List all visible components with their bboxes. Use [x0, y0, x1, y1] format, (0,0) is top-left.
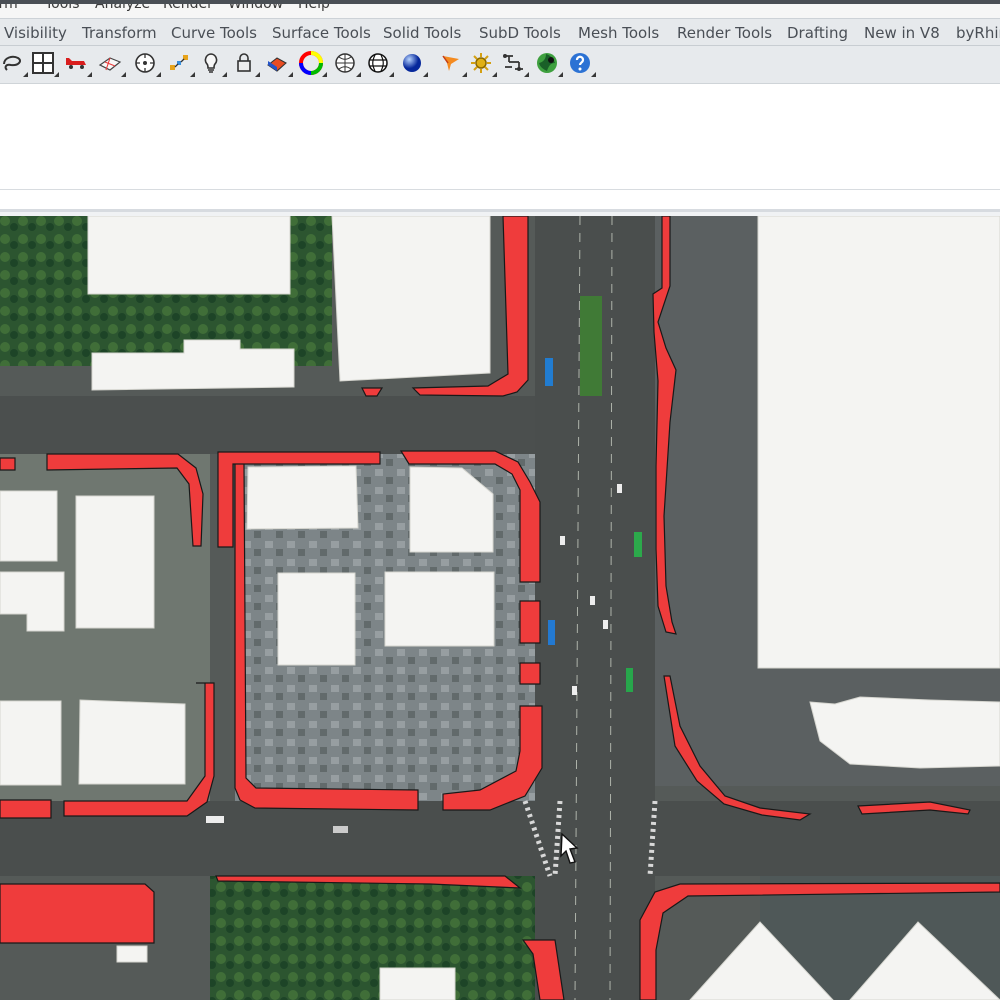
car — [617, 484, 622, 493]
globe-grid-icon[interactable] — [366, 51, 394, 77]
rhino-window: orm Tools Analyze Render Window Help Vis… — [0, 0, 1000, 1000]
lightbulb-icon[interactable] — [199, 51, 227, 77]
tab-render-tools[interactable]: Render Tools — [677, 24, 772, 42]
main-toolbar — [0, 46, 1000, 84]
building-right-large — [757, 216, 1000, 669]
help-icon[interactable] — [568, 51, 596, 77]
sphere-wire-icon[interactable] — [333, 51, 361, 77]
red-sidewalk-left-bottom-edge — [0, 799, 52, 819]
building-left-upper — [0, 490, 58, 562]
menu-bar: orm Tools Analyze Render Window Help — [0, 0, 1000, 18]
green-globe-icon[interactable] — [535, 51, 563, 77]
target-icon[interactable] — [133, 51, 161, 77]
car — [560, 536, 565, 545]
command-history-area — [0, 84, 1000, 190]
green-bus — [634, 532, 642, 557]
green-bus-2 — [626, 668, 633, 692]
building-bottom-center — [379, 967, 456, 1000]
menu-item-analyze[interactable]: Analyze — [95, 4, 150, 12]
menu-item-window[interactable]: Window — [228, 4, 283, 12]
flowchart-icon[interactable] — [501, 51, 529, 77]
blue-bus-2 — [548, 620, 555, 645]
menu-item-help[interactable]: Help — [298, 4, 330, 12]
tab-curve-tools[interactable]: Curve Tools — [171, 24, 257, 42]
building-top-left — [87, 216, 291, 295]
car — [590, 596, 595, 605]
grid-icon[interactable] — [31, 51, 59, 77]
plane-icon[interactable] — [98, 51, 126, 77]
building-left-bottom-a — [0, 700, 62, 786]
building-center-d — [384, 571, 495, 647]
command-line[interactable] — [0, 190, 1000, 212]
car — [206, 816, 224, 823]
menu-item-orm[interactable]: orm — [0, 4, 18, 12]
red-sidewalk-center-right-mid — [519, 600, 541, 644]
red-sidewalk-center-right-low — [519, 662, 541, 685]
toolbar-tab-bar: Visibility Transform Curve Tools Surface… — [0, 18, 1000, 46]
tab-visibility[interactable]: Visibility — [4, 24, 67, 42]
car-icon[interactable] — [64, 51, 92, 77]
car — [603, 620, 608, 629]
funnel-icon[interactable] — [439, 51, 467, 77]
tab-subd-tools[interactable]: SubD Tools — [479, 24, 561, 42]
median-tree-strip — [580, 296, 602, 396]
tab-byrhin[interactable]: byRhin — [956, 24, 1000, 42]
tab-solid-tools[interactable]: Solid Tools — [383, 24, 461, 42]
aerial-map-viewport[interactable] — [0, 216, 1000, 1000]
render-sphere-icon[interactable] — [400, 51, 428, 77]
red-sidewalk-left-edge — [0, 457, 16, 471]
car — [572, 686, 577, 695]
network-icon[interactable] — [167, 51, 195, 77]
color-wheel-icon[interactable] — [299, 51, 327, 77]
tab-drafting[interactable]: Drafting — [787, 24, 848, 42]
tab-transform[interactable]: Transform — [82, 24, 157, 42]
gear-icon[interactable] — [469, 51, 497, 77]
tab-surface-tools[interactable]: Surface Tools — [272, 24, 371, 42]
tab-new-in-v8[interactable]: New in V8 — [864, 24, 940, 42]
material-icon[interactable] — [265, 51, 293, 77]
building-center-a — [246, 465, 359, 530]
lasso-icon[interactable] — [0, 51, 28, 77]
tab-mesh-tools[interactable]: Mesh Tools — [578, 24, 659, 42]
lock-icon[interactable] — [232, 51, 260, 77]
building-top-center — [331, 216, 491, 382]
building-bottom-small — [116, 945, 148, 963]
building-left-tall — [75, 495, 155, 629]
red-sidewalk-bottom-left — [0, 883, 155, 944]
car — [333, 826, 348, 833]
building-center-b — [277, 572, 356, 666]
horizontal-road-top — [0, 396, 540, 454]
blue-bus — [545, 358, 553, 386]
building-left-bottom-b — [78, 699, 186, 785]
menu-item-tools[interactable]: Tools — [45, 4, 80, 12]
viewport-drawing — [0, 216, 1000, 1000]
menu-item-render[interactable]: Render — [163, 4, 213, 12]
